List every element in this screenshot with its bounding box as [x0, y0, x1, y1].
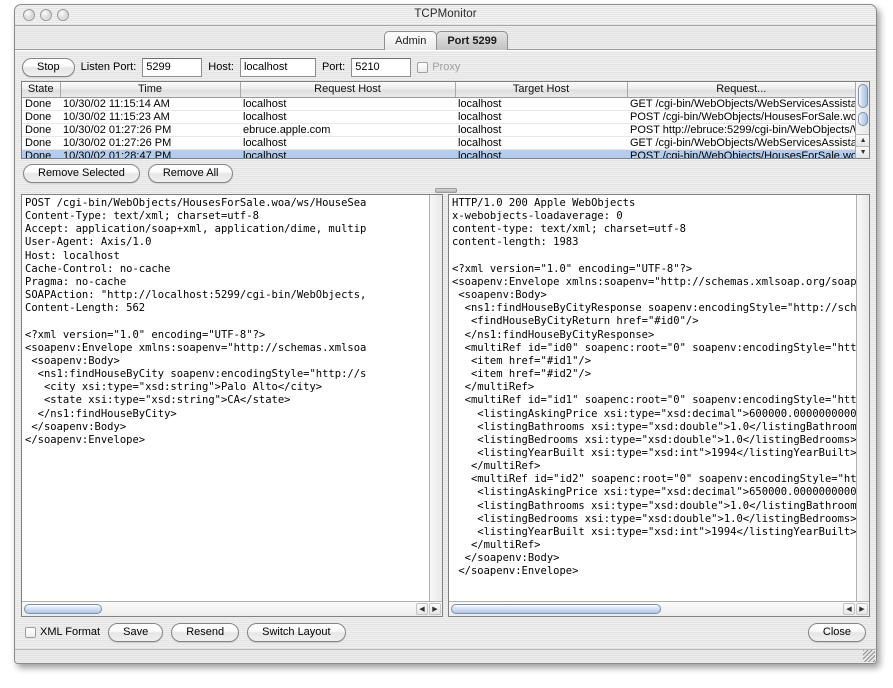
- message-panes: POST /cgi-bin/WebObjects/HousesForSale.w…: [19, 194, 872, 617]
- window-footer: [15, 649, 876, 663]
- table-cell-time: 10/30/02 01:27:26 PM: [60, 123, 240, 136]
- action-toolbar: XML Format Save Resend Switch Layout Clo…: [19, 617, 872, 645]
- port-input[interactable]: [351, 58, 411, 77]
- response-scroll-left-icon[interactable]: ◀: [843, 603, 855, 615]
- table-cell-time: 10/30/02 11:15:14 AM: [60, 97, 240, 110]
- proxy-label: Proxy: [432, 61, 460, 73]
- response-text[interactable]: HTTP/1.0 200 Apple WebObjects x-webobjec…: [449, 195, 856, 601]
- port-label: Port:: [322, 61, 345, 73]
- remove-toolbar: Remove Selected Remove All: [19, 159, 872, 185]
- table-cell-request: POST /cgi-bin/WebObjects/HousesForSale.w…: [627, 149, 855, 159]
- table-cell-state: Done: [22, 97, 60, 110]
- table-cell-target-host: localhost: [455, 97, 627, 110]
- pane-splitter[interactable]: [19, 185, 872, 194]
- scroll-down-arrow-icon[interactable]: ▼: [856, 146, 870, 158]
- table-header-row: State Time Request Host Target Host Requ…: [22, 82, 855, 97]
- table-row[interactable]: Done10/30/02 01:27:26 PMlocalhostlocalho…: [22, 136, 855, 149]
- table-cell-request: POST http://ebruce:5299/cgi-bin/WebObjec…: [627, 123, 855, 136]
- table-cell-target-host: localhost: [455, 136, 627, 149]
- response-pane: HTTP/1.0 200 Apple WebObjects x-webobjec…: [448, 194, 870, 617]
- response-vertical-scrollbar[interactable]: [856, 195, 869, 601]
- table-row[interactable]: Done10/30/02 11:15:14 AMlocalhostlocalho…: [22, 97, 855, 110]
- request-hscroll-thumb[interactable]: [24, 604, 102, 614]
- table-cell-request: GET /cgi-bin/WebObjects/WebServicesAssis…: [627, 136, 855, 149]
- resend-button[interactable]: Resend: [171, 623, 239, 642]
- column-header-state[interactable]: State: [22, 82, 60, 97]
- table-row[interactable]: Done10/30/02 01:27:26 PMebruce.apple.com…: [22, 123, 855, 136]
- table-cell-state: Done: [22, 149, 60, 159]
- remove-all-button[interactable]: Remove All: [148, 164, 234, 183]
- table-cell-request-host: localhost: [240, 110, 455, 123]
- switch-layout-button[interactable]: Switch Layout: [247, 623, 345, 642]
- request-vertical-scrollbar[interactable]: [429, 195, 442, 601]
- proxy-checkbox-group[interactable]: Proxy: [417, 61, 460, 73]
- scroll-up-arrow-icon[interactable]: ▲: [856, 134, 870, 146]
- request-log-table: State Time Request Host Target Host Requ…: [21, 81, 870, 159]
- window-title: TCPMonitor: [15, 8, 876, 20]
- response-horizontal-scrollbar[interactable]: ◀ ▶: [449, 601, 869, 616]
- column-header-request-host[interactable]: Request Host: [240, 82, 455, 97]
- table-cell-target-host: localhost: [455, 110, 627, 123]
- remove-selected-button[interactable]: Remove Selected: [23, 164, 140, 183]
- connection-toolbar: Stop Listen Port: Host: Port: Proxy: [19, 54, 872, 80]
- table-cell-request-host: localhost: [240, 136, 455, 149]
- table-scroll-thumb-secondary[interactable]: [858, 112, 868, 126]
- table-cell-time: 10/30/02 01:27:26 PM: [60, 136, 240, 149]
- tab-strip: Admin Port 5299: [15, 26, 876, 50]
- table-cell-request-host: localhost: [240, 97, 455, 110]
- table-row[interactable]: Done10/30/02 01:28:47 PMlocalhostlocalho…: [22, 149, 855, 159]
- request-scroll-right-icon[interactable]: ▶: [429, 603, 441, 615]
- xml-format-checkbox[interactable]: [25, 627, 36, 638]
- table-cell-state: Done: [22, 136, 60, 149]
- xml-format-label: XML Format: [40, 626, 100, 638]
- table-cell-state: Done: [22, 123, 60, 136]
- column-header-request[interactable]: Request...: [627, 82, 855, 97]
- listen-port-input[interactable]: [142, 58, 202, 77]
- request-scroll-left-icon[interactable]: ◀: [416, 603, 428, 615]
- request-horizontal-scrollbar[interactable]: ◀ ▶: [22, 601, 442, 616]
- listen-port-label: Listen Port:: [81, 61, 137, 73]
- table-row[interactable]: Done10/30/02 11:15:23 AMlocalhostlocalho…: [22, 110, 855, 123]
- table-cell-request: GET /cgi-bin/WebObjects/WebServicesAssis…: [627, 97, 855, 110]
- table-cell-request-host: localhost: [240, 149, 455, 159]
- host-label: Host:: [208, 61, 234, 73]
- table-cell-state: Done: [22, 110, 60, 123]
- close-dialog-button[interactable]: Close: [808, 623, 866, 642]
- column-header-target-host[interactable]: Target Host: [455, 82, 627, 97]
- splitter-grip[interactable]: [435, 188, 457, 193]
- tab-admin[interactable]: Admin: [384, 31, 437, 50]
- resize-grip[interactable]: [863, 650, 875, 662]
- response-hscroll-thumb[interactable]: [451, 604, 661, 614]
- table-cell-request: POST /cgi-bin/WebObjects/HousesForSale.w…: [627, 110, 855, 123]
- tab-port-5299[interactable]: Port 5299: [436, 31, 508, 50]
- request-text[interactable]: POST /cgi-bin/WebObjects/HousesForSale.w…: [22, 195, 429, 601]
- host-input[interactable]: [240, 58, 316, 77]
- tab-content-panel: Stop Listen Port: Host: Port: Proxy: [15, 50, 876, 649]
- stop-button[interactable]: Stop: [22, 58, 75, 77]
- table-cell-target-host: localhost: [455, 149, 627, 159]
- column-header-time[interactable]: Time: [60, 82, 240, 97]
- table-cell-request-host: ebruce.apple.com: [240, 123, 455, 136]
- table-cell-time: 10/30/02 01:28:47 PM: [60, 149, 240, 159]
- save-button[interactable]: Save: [108, 623, 163, 642]
- window-titlebar[interactable]: TCPMonitor: [15, 5, 876, 26]
- table-cell-target-host: localhost: [455, 123, 627, 136]
- table-vertical-scrollbar[interactable]: ▲ ▼: [855, 82, 869, 158]
- tcpmonitor-window: TCPMonitor Admin Port 5299 Stop Listen P…: [14, 4, 877, 664]
- response-scroll-right-icon[interactable]: ▶: [856, 603, 868, 615]
- xml-format-checkbox-group[interactable]: XML Format: [25, 626, 100, 638]
- proxy-checkbox[interactable]: [417, 62, 428, 73]
- request-pane: POST /cgi-bin/WebObjects/HousesForSale.w…: [21, 194, 443, 617]
- table-scroll-thumb[interactable]: [858, 84, 868, 108]
- table-cell-time: 10/30/02 11:15:23 AM: [60, 110, 240, 123]
